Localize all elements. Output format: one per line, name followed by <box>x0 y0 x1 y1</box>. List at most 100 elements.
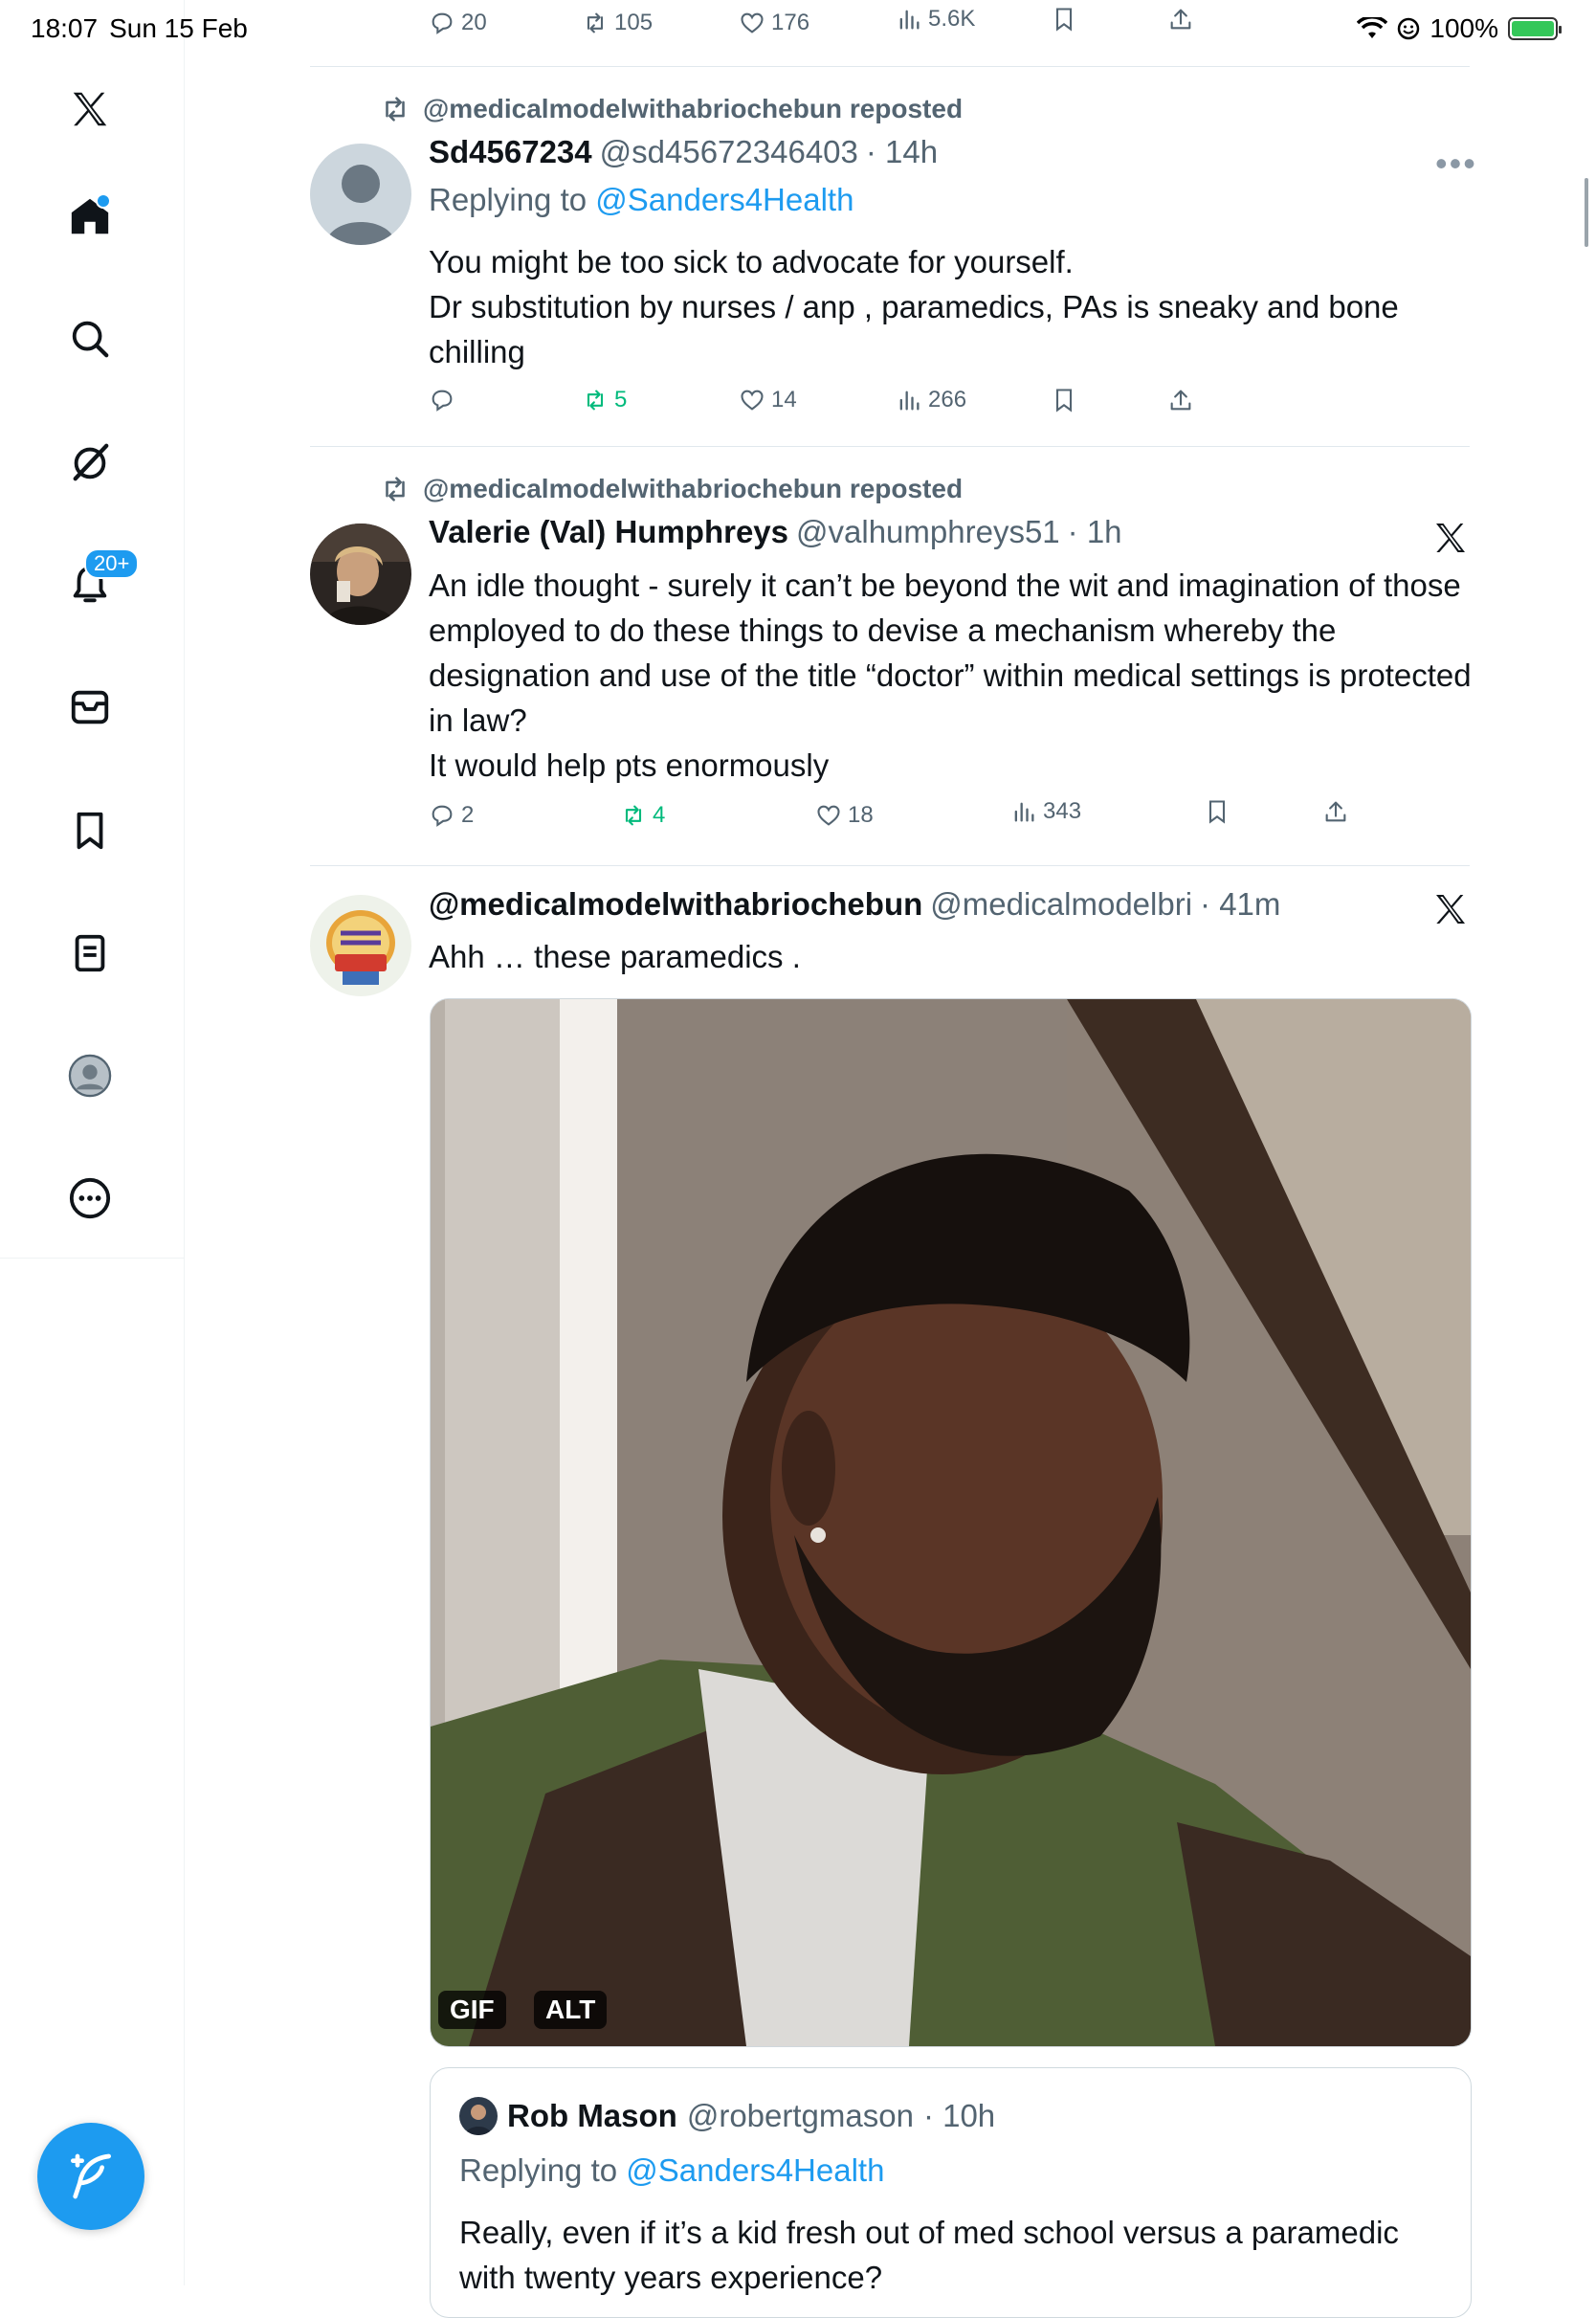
like-count: 14 <box>771 387 797 412</box>
compose-post-button[interactable] <box>37 2123 144 2230</box>
status-time: 18:07 <box>31 13 99 43</box>
author-handle[interactable]: @valhumphreys51 <box>796 514 1060 550</box>
views-count: 266 <box>928 387 967 412</box>
author-handle[interactable]: @medicalmodelbri <box>930 886 1192 923</box>
reply-icon <box>432 390 453 412</box>
gif-frame <box>431 999 1471 2046</box>
bookmarks-icon[interactable] <box>63 804 117 858</box>
quoted-tweet-time: · 10h <box>922 2098 996 2133</box>
reply-count: 2 <box>461 802 475 828</box>
tweet-time[interactable]: · 41m <box>1200 886 1280 923</box>
tweet-actions: 2 4 18 343 <box>429 798 1346 840</box>
repost-button[interactable]: 4 <box>620 802 665 829</box>
repost-count: 4 <box>653 802 666 828</box>
author-name[interactable]: Sd4567234 <box>429 134 592 170</box>
repost-icon <box>625 805 642 826</box>
notifications-badge: 20+ <box>84 548 140 579</box>
avatar <box>459 2097 498 2135</box>
views-chart-icon <box>1014 802 1034 822</box>
bookmark-icon <box>1055 389 1073 412</box>
status-date: Sun 15 Feb <box>109 13 248 43</box>
repost-icon <box>587 390 604 411</box>
like-button[interactable]: 18 <box>815 802 874 829</box>
battery-icon <box>1508 17 1562 40</box>
author-name[interactable]: @medicalmodelwithabriochebun <box>429 886 922 923</box>
like-button[interactable]: 14 <box>739 387 797 413</box>
bookmark-icon <box>1208 800 1226 824</box>
scrollbar[interactable] <box>1585 178 1588 247</box>
views-count: 343 <box>1043 798 1082 824</box>
share-button[interactable] <box>1322 798 1349 825</box>
user-photo <box>310 524 411 625</box>
x-logo-icon[interactable] <box>63 82 117 136</box>
repost-icon <box>386 477 405 501</box>
author-handle[interactable]: @sd45672346403 <box>600 134 858 170</box>
focus-icon <box>1398 17 1420 40</box>
repost-icon <box>386 97 405 122</box>
tweet-divider <box>310 446 1470 447</box>
share-button[interactable] <box>1167 387 1194 413</box>
bookmark-button[interactable] <box>1051 387 1077 413</box>
profile-avatar-icon[interactable] <box>63 1049 117 1103</box>
bookmark-button[interactable] <box>1204 798 1230 825</box>
quoted-author-photo <box>459 2097 498 2135</box>
reply-mention-link[interactable]: @Sanders4Health <box>626 2152 884 2188</box>
repost-label: @medicalmodelwithabriochebun reposted <box>423 94 964 123</box>
messages-icon[interactable] <box>63 680 117 734</box>
repost-button[interactable]: 5 <box>582 387 627 413</box>
quoted-tweet[interactable]: Rob Mason @robertgmason · 10h Replying t… <box>430 2067 1472 2318</box>
x-source-icon <box>1436 895 1465 924</box>
x-source-icon <box>1436 524 1465 552</box>
notifications-bell-icon[interactable]: 20+ <box>63 548 140 612</box>
alt-text-button[interactable]: ALT <box>534 1991 608 2029</box>
home-notification-dot <box>96 193 111 209</box>
avatar[interactable] <box>310 895 411 996</box>
tweet-text: You might be too sick to advocate for yo… <box>429 244 1399 369</box>
quoted-author-handle: @robertgmason <box>686 2098 914 2133</box>
share-icon <box>1170 390 1191 411</box>
quoted-replying-to: Replying to @Sanders4Health <box>459 2152 884 2189</box>
tweet-time[interactable]: · 14h <box>866 134 938 170</box>
repost-attribution[interactable]: @medicalmodelwithabriochebun reposted <box>379 473 963 505</box>
repost-count: 5 <box>614 387 628 412</box>
repost-label: @medicalmodelwithabriochebun reposted <box>423 474 964 503</box>
reply-button[interactable] <box>429 387 461 413</box>
lists-icon[interactable] <box>63 926 117 980</box>
search-icon[interactable] <box>63 312 117 366</box>
home-icon[interactable] <box>63 189 117 243</box>
avatar[interactable] <box>310 524 411 625</box>
replying-to-prefix: Replying to <box>459 2152 618 2188</box>
more-options-icon[interactable] <box>63 1171 117 1225</box>
tweet-text: An idle thought - surely it can’t be bey… <box>429 568 1472 783</box>
status-indicators: 100% <box>1357 13 1562 44</box>
gif-media[interactable]: GIF ALT <box>430 998 1472 2047</box>
reply-mention-link[interactable]: @Sanders4Health <box>595 182 853 217</box>
reply-icon <box>432 805 453 827</box>
views-chart-icon <box>899 390 920 411</box>
battery-percent: 100% <box>1430 13 1498 43</box>
avatar[interactable] <box>310 144 411 245</box>
default-avatar-icon <box>310 144 411 245</box>
tweet-header: Valerie (Val) Humphreys @valhumphreys51 … <box>429 514 1122 550</box>
tweet-text: Ahh … these paramedics . <box>429 939 801 974</box>
heart-icon <box>817 805 840 826</box>
sidebar: 20+ <box>0 0 185 2285</box>
status-bar: 18:07 Sun 15 Feb 100% <box>0 0 1596 59</box>
views-button[interactable]: 266 <box>896 387 966 413</box>
wifi-icon <box>1357 17 1388 38</box>
gif-badge: GIF <box>438 1991 506 2029</box>
compose-feather-icon <box>71 2153 111 2199</box>
reply-button[interactable]: 2 <box>429 802 474 829</box>
tweet-divider <box>310 66 1470 67</box>
author-name[interactable]: Valerie (Val) Humphreys <box>429 514 788 550</box>
grok-icon[interactable] <box>63 435 117 489</box>
repost-attribution[interactable]: @medicalmodelwithabriochebun reposted <box>379 93 963 125</box>
sticker-avatar <box>310 895 411 996</box>
replying-to: Replying to @Sanders4Health <box>429 182 853 218</box>
like-count: 18 <box>848 802 874 828</box>
tweet-header: @medicalmodelwithabriochebun @medicalmod… <box>429 886 1280 923</box>
more-options-button[interactable]: ••• <box>1435 144 1477 184</box>
views-button[interactable]: 343 <box>1010 798 1081 825</box>
tweet-time[interactable]: · 1h <box>1068 514 1122 550</box>
sidebar-divider <box>0 1258 184 1259</box>
